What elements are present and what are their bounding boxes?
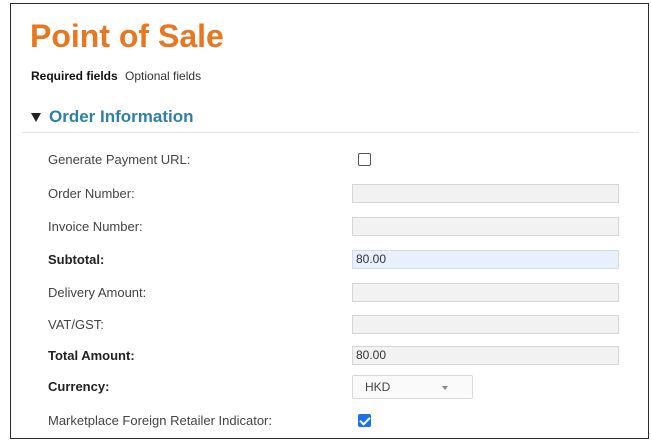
section-header-order-information[interactable]: Order Information (31, 105, 194, 129)
order-number-field[interactable] (352, 184, 619, 203)
page-title: Point of Sale (30, 18, 224, 54)
row-total-amount: Total Amount: 80.00 (48, 344, 628, 368)
generate-payment-url-checkbox[interactable] (358, 153, 371, 166)
currency-select[interactable]: HKD (352, 375, 473, 399)
invoice-number-field[interactable] (352, 217, 619, 236)
delivery-amount-field[interactable] (352, 283, 619, 302)
vat-gst-label: VAT/GST: (48, 317, 104, 332)
currency-label: Currency: (48, 379, 110, 394)
subtotal-field[interactable]: 80.00 (352, 250, 619, 269)
check-icon (359, 414, 371, 426)
row-delivery-amount: Delivery Amount: (48, 281, 628, 305)
row-order-number: Order Number: (48, 182, 628, 206)
row-invoice-number: Invoice Number: (48, 215, 628, 239)
marketplace-indicator-checkbox[interactable] (358, 414, 371, 427)
generate-payment-url-label: Generate Payment URL: (48, 152, 191, 167)
row-vat-gst: VAT/GST: (48, 313, 628, 337)
row-subtotal: Subtotal: 80.00 (48, 248, 628, 272)
row-generate-payment-url: Generate Payment URL: (48, 148, 628, 172)
section-title[interactable]: Order Information (49, 107, 194, 127)
total-amount-label: Total Amount: (48, 348, 135, 363)
row-marketplace-indicator: Marketplace Foreign Retailer Indicator: (48, 409, 628, 433)
chevron-down-icon (442, 386, 448, 390)
marketplace-indicator-label: Marketplace Foreign Retailer Indicator: (48, 413, 272, 428)
tab-required-fields[interactable]: Required fields (31, 69, 118, 83)
total-amount-field[interactable]: 80.00 (352, 346, 619, 365)
vat-gst-field[interactable] (352, 315, 619, 334)
field-tabs: Required fields Optional fields (31, 68, 201, 84)
delivery-amount-label: Delivery Amount: (48, 285, 147, 300)
triangle-down-icon[interactable] (31, 112, 41, 122)
row-currency: Currency: HKD (48, 375, 628, 399)
invoice-number-label: Invoice Number: (48, 219, 143, 234)
currency-selected-value: HKD (365, 380, 391, 394)
tab-optional-fields[interactable]: Optional fields (125, 69, 201, 83)
section-divider (22, 132, 639, 133)
order-number-label: Order Number: (48, 186, 135, 201)
subtotal-label: Subtotal: (48, 252, 105, 267)
